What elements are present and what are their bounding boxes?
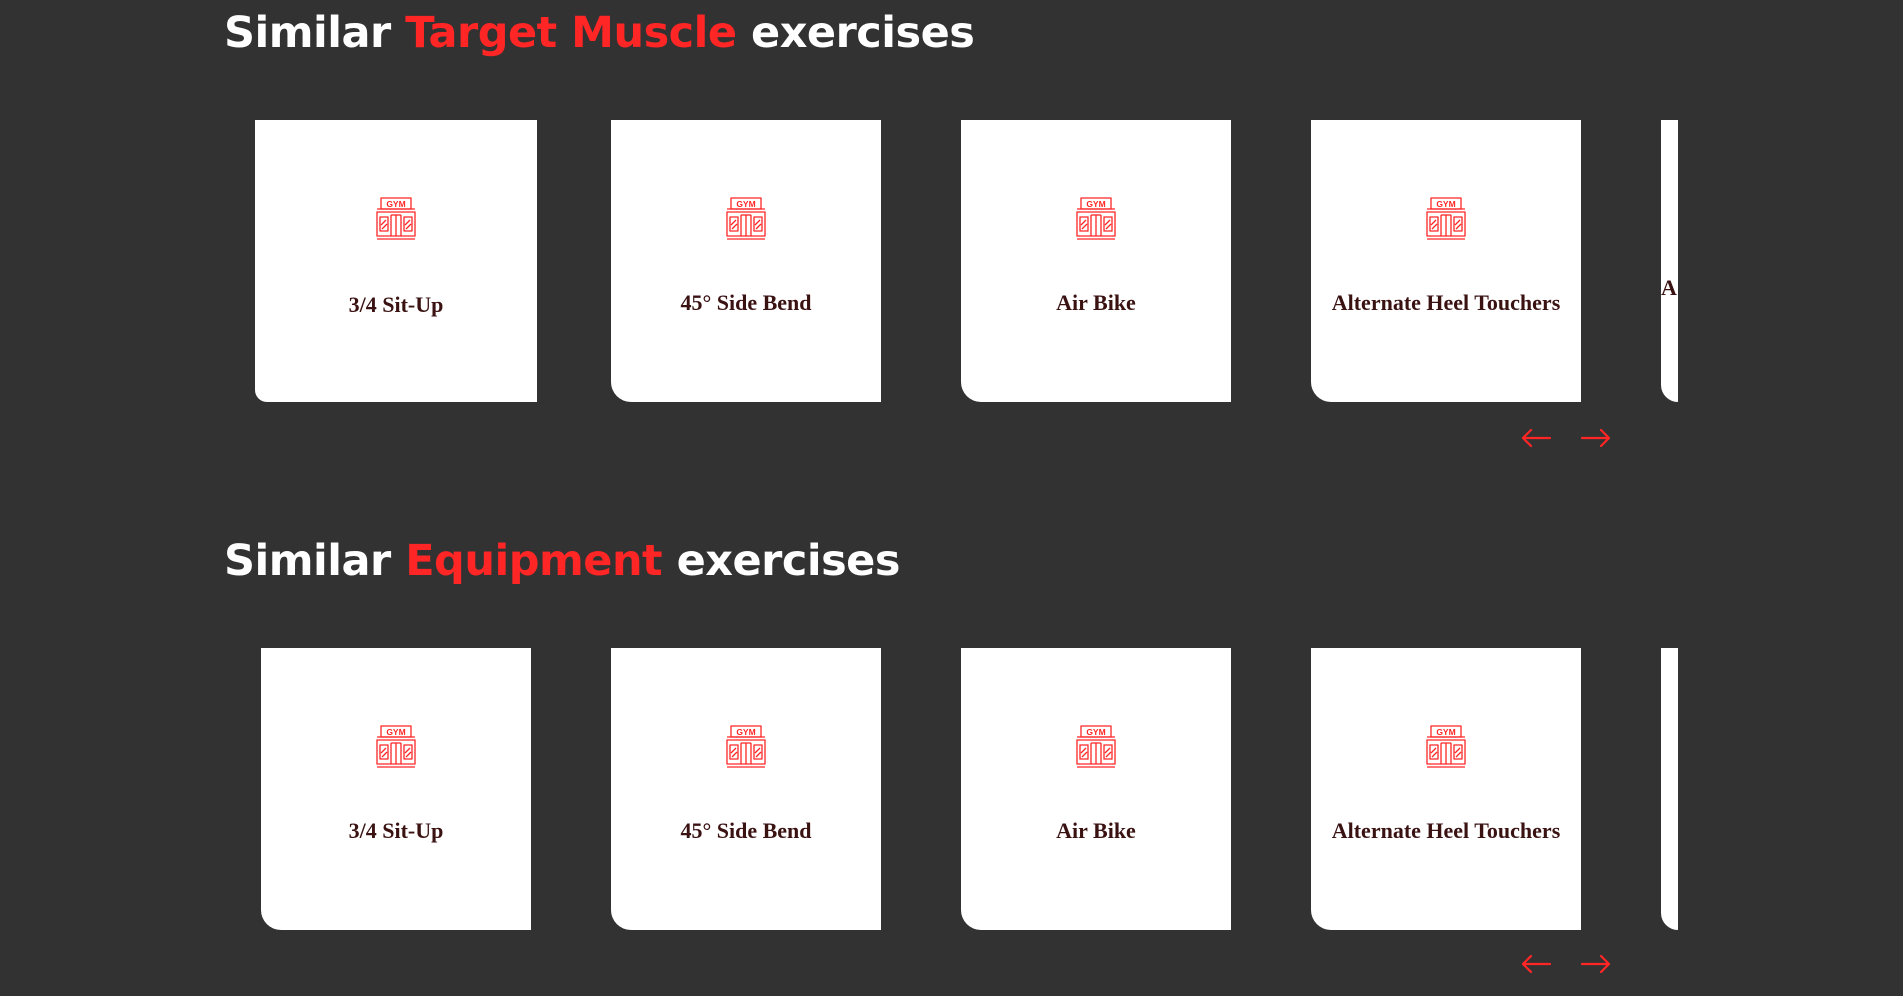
exercise-card-label: 3/4 Sit-Up: [348, 818, 444, 843]
exercise-card-label: 45° Side Bend: [680, 818, 812, 843]
arrow-left-icon[interactable]: [1520, 427, 1552, 449]
section-title: Similar Equipment exercises: [224, 536, 900, 586]
exercise-carousel: 3/4 Sit-Up 45° Side Bend Air Bike Altern…: [224, 648, 1678, 930]
gym-icon: [1426, 725, 1466, 768]
title-prefix: Similar: [224, 536, 406, 586]
title-accent: Equipment: [405, 536, 663, 586]
exercise-carousel: 3/4 Sit-Up 45° Side Bend Air Bike Altern…: [224, 120, 1678, 402]
arrow-right-icon[interactable]: [1580, 953, 1612, 975]
gym-icon: [726, 197, 766, 240]
exercise-card-label: A R: [1661, 275, 1678, 300]
title-suffix: exercises: [662, 536, 901, 586]
gym-icon: [726, 725, 766, 768]
gym-icon: [1076, 725, 1116, 768]
exercise-card[interactable]: Alternate Heel Touchers: [1311, 120, 1581, 402]
section-title: Similar Target Muscle exercises: [224, 8, 975, 58]
gym-icon: [1426, 197, 1466, 240]
exercise-card[interactable]: 3/4 Sit-Up: [255, 120, 537, 402]
exercise-card[interactable]: 45° Side Bend: [611, 648, 881, 930]
exercise-card[interactable]: [1661, 648, 1678, 930]
title-prefix: Similar: [224, 8, 406, 58]
gym-icon: [376, 725, 416, 768]
exercise-card[interactable]: A R: [1661, 120, 1678, 402]
exercise-card-label: Alternate Heel Touchers: [1331, 818, 1561, 843]
gym-icon: [376, 197, 416, 240]
exercise-card[interactable]: 45° Side Bend: [611, 120, 881, 402]
exercise-card-label: Air Bike: [1056, 290, 1136, 315]
exercise-card-label: Alternate Heel Touchers: [1331, 290, 1561, 315]
gym-icon: [1076, 197, 1116, 240]
title-suffix: exercises: [736, 8, 975, 58]
exercise-card-label: 3/4 Sit-Up: [348, 292, 444, 317]
exercise-card[interactable]: Alternate Heel Touchers: [1311, 648, 1581, 930]
arrow-left-icon[interactable]: [1520, 953, 1552, 975]
arrow-right-icon[interactable]: [1580, 427, 1612, 449]
exercise-card[interactable]: 3/4 Sit-Up: [261, 648, 531, 930]
exercise-card[interactable]: Air Bike: [961, 120, 1231, 402]
exercise-card-label: 45° Side Bend: [680, 290, 812, 315]
exercise-card[interactable]: Air Bike: [961, 648, 1231, 930]
title-accent: Target Muscle: [405, 8, 737, 58]
exercise-card-label: Air Bike: [1056, 818, 1136, 843]
